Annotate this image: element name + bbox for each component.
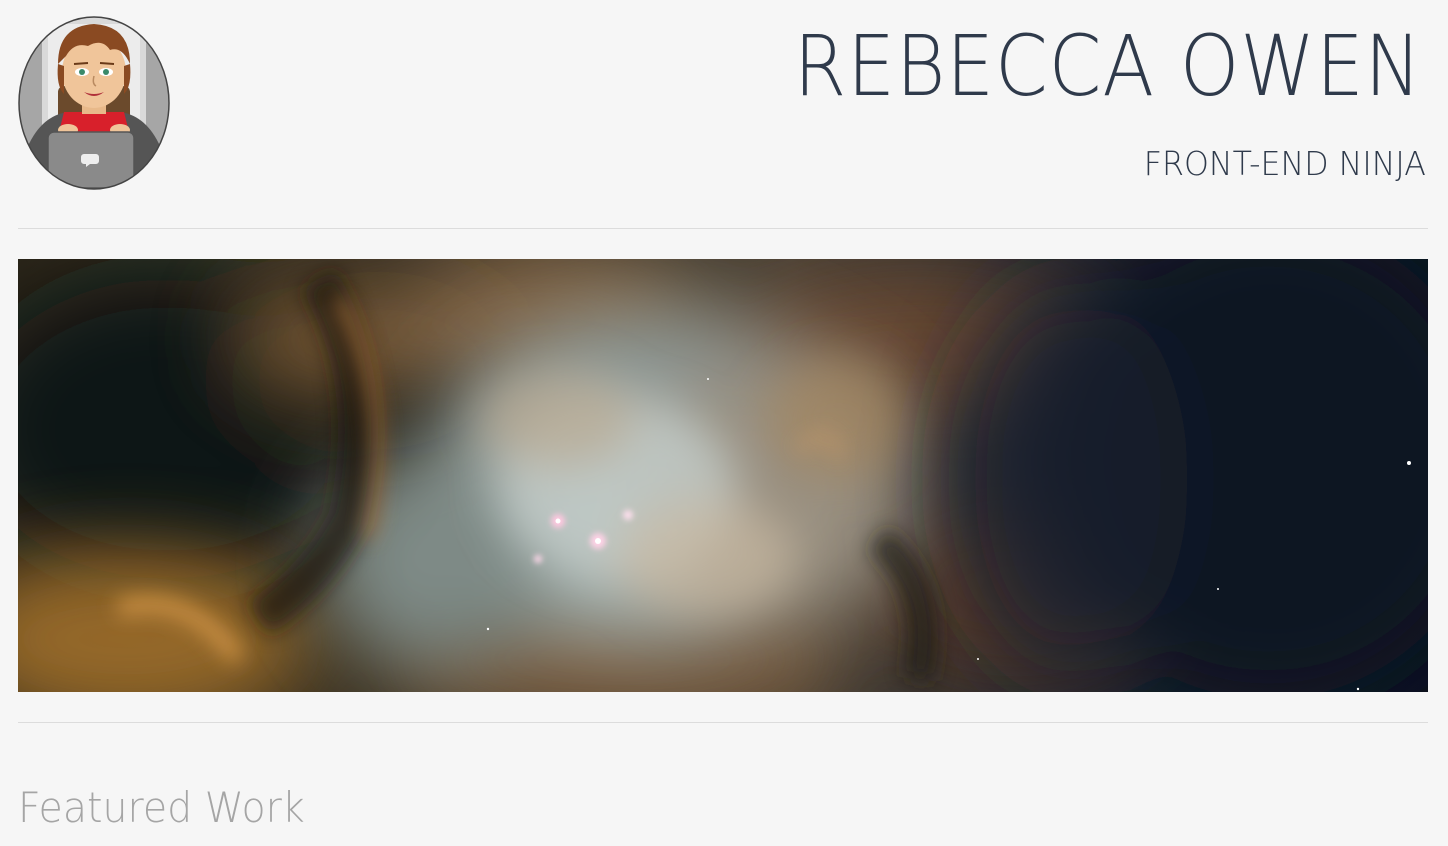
cartoon-avatar-icon: [18, 16, 170, 190]
header-divider: [18, 228, 1428, 229]
avatar: [18, 16, 170, 190]
featured-work-heading: Featured Work: [18, 783, 305, 832]
nebula-image: [18, 259, 1428, 692]
hero-image: [18, 259, 1428, 692]
site-tagline: FRONT-END NINJA: [1143, 144, 1426, 183]
hero-divider: [18, 722, 1428, 723]
site-owner-name: REBECCA OWEN: [793, 17, 1422, 115]
page: REBECCA OWEN FRONT-END NINJA Featured Wo…: [0, 0, 1448, 846]
